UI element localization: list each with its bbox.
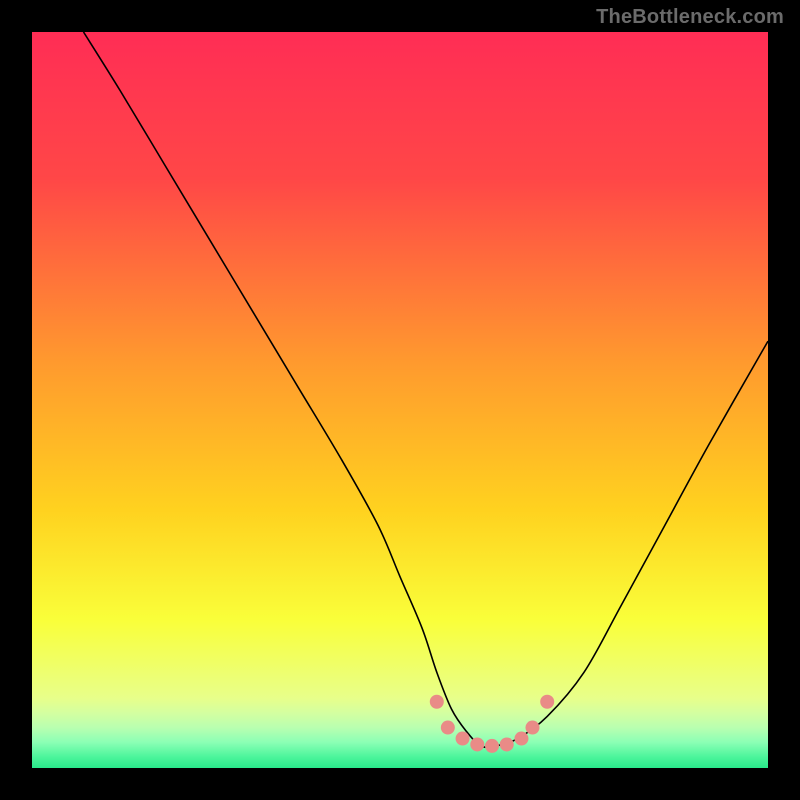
marker-dot xyxy=(441,721,455,735)
chart-frame: TheBottleneck.com xyxy=(0,0,800,800)
marker-dot xyxy=(540,695,554,709)
marker-dot xyxy=(456,732,470,746)
marker-dot xyxy=(430,695,444,709)
chart-svg xyxy=(32,32,768,768)
marker-dot xyxy=(470,737,484,751)
marker-dot xyxy=(514,732,528,746)
marker-dot xyxy=(485,739,499,753)
marker-dot xyxy=(500,737,514,751)
marker-dot xyxy=(525,721,539,735)
watermark-label: TheBottleneck.com xyxy=(596,6,784,29)
chart-background xyxy=(32,32,768,768)
bottleneck-chart xyxy=(32,32,768,768)
